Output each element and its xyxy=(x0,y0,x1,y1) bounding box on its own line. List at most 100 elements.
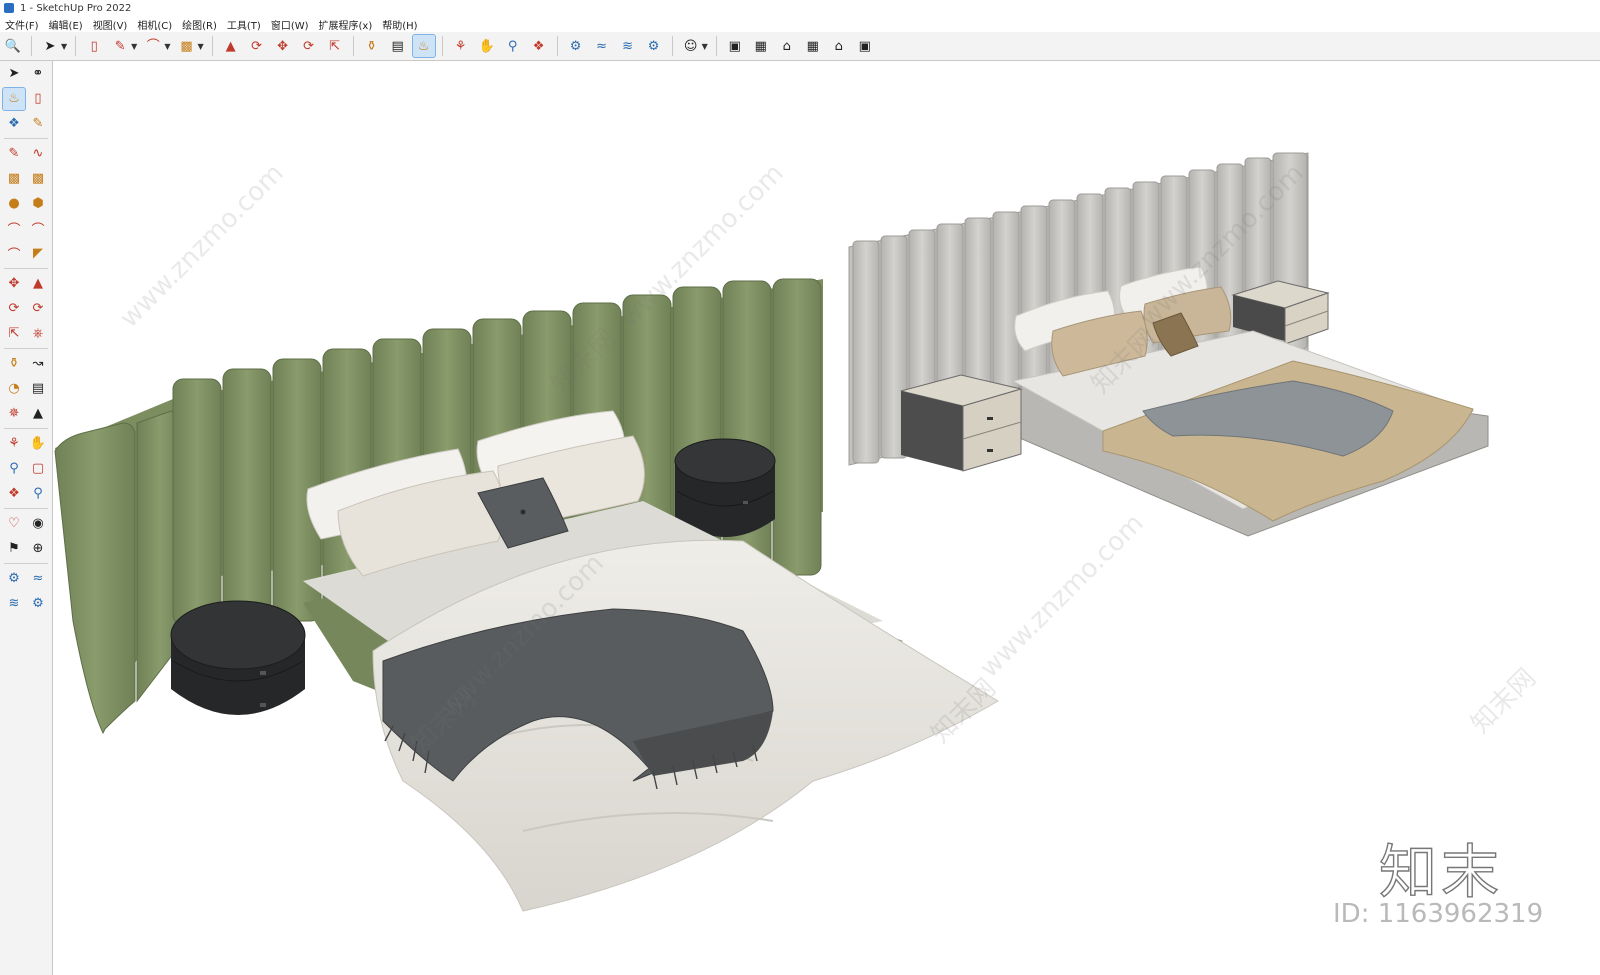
component-icon[interactable]: ❖ xyxy=(3,113,25,135)
menu-tools[interactable]: 工具(T) xyxy=(222,17,266,32)
move-icon[interactable]: ✥ xyxy=(3,273,25,295)
extension-manager-icon[interactable]: ⚙ xyxy=(643,35,665,57)
3d-text-icon[interactable]: ▲ xyxy=(27,403,49,425)
circle-icon[interactable]: ● xyxy=(3,193,25,215)
rotate-icon[interactable]: ⟳ xyxy=(3,298,25,320)
scale-icon[interactable]: ⇱ xyxy=(324,35,346,57)
walk-icon[interactable]: ⚑ xyxy=(3,538,25,560)
model-viewport[interactable]: www.znzmo.com www.znzmo.com www.znzmo.co… xyxy=(53,61,1600,975)
menu-camera[interactable]: 相机(C) xyxy=(132,17,177,32)
rectangle-icon[interactable]: ▩ xyxy=(175,35,197,57)
orbit-icon[interactable]: ⚘ xyxy=(450,35,472,57)
pan-hand-icon[interactable]: ✋ xyxy=(476,35,498,57)
freehand-icon[interactable]: ∿ xyxy=(27,143,49,165)
menu-help[interactable]: 帮助(H) xyxy=(377,17,422,32)
follow-me-icon[interactable]: ⟳ xyxy=(27,298,49,320)
tape-measure-icon[interactable]: ⚱ xyxy=(3,353,25,375)
rotated-rectangle-icon[interactable]: ▩ xyxy=(27,168,49,190)
follow-me-icon[interactable]: ⟳ xyxy=(246,35,268,57)
pencil-icon[interactable]: ✎ xyxy=(109,35,131,57)
extension-warehouse-icon[interactable]: ≈ xyxy=(27,568,49,590)
eraser-icon[interactable]: ▯ xyxy=(27,88,49,110)
toolbar-separator xyxy=(4,508,48,509)
pie-icon[interactable]: ◤ xyxy=(27,243,49,265)
select-arrow-icon[interactable]: ➤ xyxy=(3,63,25,85)
orbit-icon[interactable]: ⚘ xyxy=(3,433,25,455)
two-point-arc-icon[interactable]: ⌒ xyxy=(27,218,49,240)
select-arrow-icon[interactable]: ➤ xyxy=(39,35,61,57)
zoom-extents-icon[interactable]: ❖ xyxy=(528,35,550,57)
push-pull-icon[interactable]: ▲ xyxy=(27,273,49,295)
warehouse-icon[interactable]: ⚙ xyxy=(565,35,587,57)
previous-view-icon[interactable]: ⚲ xyxy=(27,483,49,505)
menu-edit[interactable]: 编辑(E) xyxy=(44,17,88,32)
right-view-icon[interactable]: ▦ xyxy=(802,35,824,57)
text-tool-icon[interactable]: ▤ xyxy=(27,378,49,400)
zoom-extents-icon[interactable]: ❖ xyxy=(3,483,25,505)
menu-file[interactable]: 文件(F) xyxy=(0,17,44,32)
window-title: 1 - SketchUp Pro 2022 xyxy=(20,2,132,14)
zoom-tool-icon[interactable]: ⚲ xyxy=(3,458,25,480)
arc-icon[interactable]: ⌒ xyxy=(142,35,164,57)
position-camera-icon[interactable]: ♡ xyxy=(3,513,25,535)
line-icon[interactable]: ✎ xyxy=(3,143,25,165)
toolbar-separator xyxy=(31,36,32,56)
front-view-icon[interactable]: ⌂ xyxy=(776,35,798,57)
sketchup-app-icon xyxy=(4,3,14,13)
eraser-icon[interactable]: ▯ xyxy=(83,35,105,57)
toolbar-separator xyxy=(556,36,558,56)
chevron-down-icon[interactable]: ▼ xyxy=(131,42,137,51)
zoom-tool-icon[interactable]: ⚲ xyxy=(502,35,524,57)
arc-icon[interactable]: ⌒ xyxy=(3,218,25,240)
look-around-icon[interactable]: ◉ xyxy=(27,513,49,535)
zoom-icon[interactable]: 🔍 xyxy=(2,35,24,57)
toolbar-separator xyxy=(4,268,48,269)
axes-icon[interactable]: ✵ xyxy=(3,403,25,425)
back-view-icon[interactable]: ⌂ xyxy=(828,35,850,57)
extension-manager-icon[interactable]: ⚙ xyxy=(27,593,49,615)
znzmo-logo: 知末 xyxy=(1378,837,1504,906)
scale-icon[interactable]: ⇱ xyxy=(3,323,25,345)
paint-bucket-icon[interactable]: ♨ xyxy=(2,86,26,111)
dimension-icon[interactable]: ↝ xyxy=(27,353,49,375)
menu-bar: 文件(F) 编辑(E) 视图(V) 相机(C) 绘图(R) 工具(T) 窗口(W… xyxy=(0,16,1600,32)
tag-tool-icon[interactable]: ✎ xyxy=(27,113,49,135)
right-round-nightstand xyxy=(674,438,776,537)
chevron-down-icon[interactable]: ▼ xyxy=(702,42,708,51)
polygon-icon[interactable]: ⬢ xyxy=(27,193,49,215)
chevron-down-icon[interactable]: ▼ xyxy=(164,42,170,51)
menu-extensions[interactable]: 扩展程序(x) xyxy=(314,17,378,32)
tape-measure-icon[interactable]: ⚱ xyxy=(361,35,383,57)
three-point-arc-icon[interactable]: ⌒ xyxy=(3,243,25,265)
move-icon[interactable]: ✥ xyxy=(272,35,294,57)
user-account-icon[interactable]: ☺ xyxy=(680,35,702,57)
menu-window[interactable]: 窗口(W) xyxy=(266,17,314,32)
pan-hand-icon[interactable]: ✋ xyxy=(27,433,49,455)
chevron-down-icon[interactable]: ▼ xyxy=(61,42,67,51)
extension-warehouse-icon[interactable]: ≈ xyxy=(591,35,613,57)
menu-draw[interactable]: 绘图(R) xyxy=(177,17,222,32)
layout-icon[interactable]: ≋ xyxy=(3,593,25,615)
offset-icon[interactable]: ⎈ xyxy=(27,323,49,345)
chevron-down-icon[interactable]: ▼ xyxy=(197,42,203,51)
paint-bucket-icon[interactable]: ♨ xyxy=(411,34,436,58)
toolbar-separator xyxy=(75,36,77,56)
top-toolbar: 🔍 ➤ ▼ ▯ ✎ ▼ ⌒ ▼ ▩ ▼ ▲ ⟳ ✥ ⟳ ⇱ ⚱ ▤ ♨ ⚘ ✋ ⚲ ❖ … xyxy=(0,32,1600,61)
toolbar-separator xyxy=(4,563,48,564)
zoom-window-icon[interactable]: ▢ xyxy=(27,458,49,480)
rectangle-icon[interactable]: ▩ xyxy=(3,168,25,190)
rotate-icon[interactable]: ⟳ xyxy=(298,35,320,57)
menu-view[interactable]: 视图(V) xyxy=(88,17,133,32)
top-view-icon[interactable]: ▦ xyxy=(750,35,772,57)
layout-icon[interactable]: ≋ xyxy=(617,35,639,57)
section-plane-icon[interactable]: ⊕ xyxy=(27,538,49,560)
toolbar-separator xyxy=(4,138,48,139)
lasso-icon[interactable]: ⚭ xyxy=(27,63,49,85)
warehouse-icon[interactable]: ⚙ xyxy=(3,568,25,590)
push-pull-icon[interactable]: ▲ xyxy=(220,35,242,57)
protractor-icon[interactable]: ◔ xyxy=(3,378,25,400)
iso-view-icon[interactable]: ▣ xyxy=(724,35,746,57)
model-id-label: ID: 1163962319 xyxy=(1333,899,1544,929)
left-view-icon[interactable]: ▣ xyxy=(854,35,876,57)
text-tool-icon[interactable]: ▤ xyxy=(387,35,409,57)
